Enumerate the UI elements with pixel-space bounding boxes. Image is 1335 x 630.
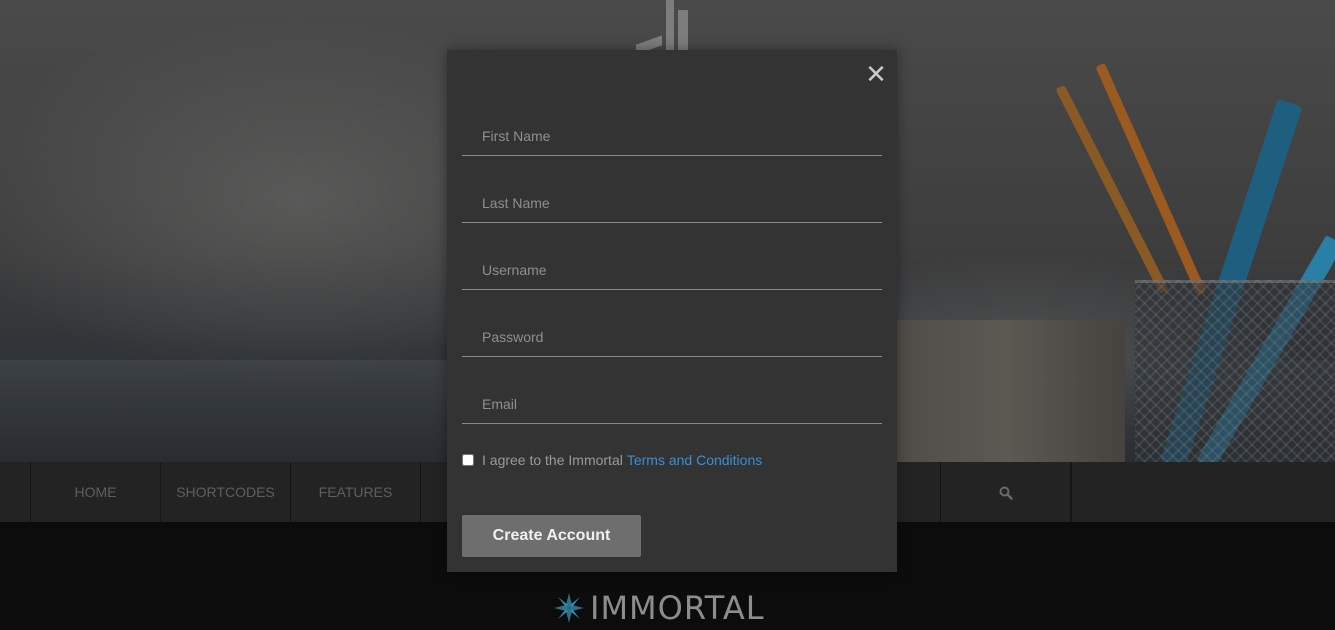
nav-item-shortcodes[interactable]: SHORTCODES (160, 462, 290, 522)
email-field-wrapper (462, 384, 882, 424)
terms-agreement: I agree to the Immortal Terms and Condit… (462, 451, 762, 469)
terms-agree-text: I agree to the Immortal (482, 452, 623, 468)
terms-link[interactable]: Terms and Conditions (627, 452, 762, 468)
nav-item-label: FEATURES (318, 484, 393, 500)
pencil-cup-image (1135, 280, 1335, 462)
nav-item-label: SHORTCODES (176, 484, 275, 500)
mug-image (890, 320, 1125, 462)
password-field-wrapper (462, 317, 882, 357)
username-field-wrapper (462, 250, 882, 290)
last-name-field[interactable] (462, 183, 882, 222)
nav-divider (1070, 462, 1072, 522)
hero-logo-icon (636, 0, 690, 55)
leaf-logo-icon (554, 593, 584, 623)
close-icon[interactable]: ✕ (865, 62, 887, 88)
password-field[interactable] (462, 317, 882, 356)
brand-name: IMMORTAL (590, 589, 765, 627)
first-name-field[interactable] (462, 116, 882, 155)
nav-item-hidden (420, 462, 450, 522)
last-name-field-wrapper (462, 183, 882, 223)
nav-search-button[interactable] (940, 462, 1070, 522)
search-icon (999, 486, 1013, 500)
create-account-modal: ✕ I agree to the Immortal Terms and Cond… (447, 50, 897, 572)
nav-item-features[interactable]: FEATURES (290, 462, 420, 522)
first-name-field-wrapper (462, 116, 882, 156)
nav-item-label: HOME (74, 484, 117, 500)
email-field[interactable] (462, 384, 882, 423)
create-account-button[interactable]: Create Account (462, 515, 641, 557)
terms-checkbox[interactable] (462, 454, 474, 466)
brand-logo[interactable]: IMMORTAL (552, 589, 765, 627)
username-field[interactable] (462, 250, 882, 289)
nav-item-home[interactable]: HOME (30, 462, 160, 522)
